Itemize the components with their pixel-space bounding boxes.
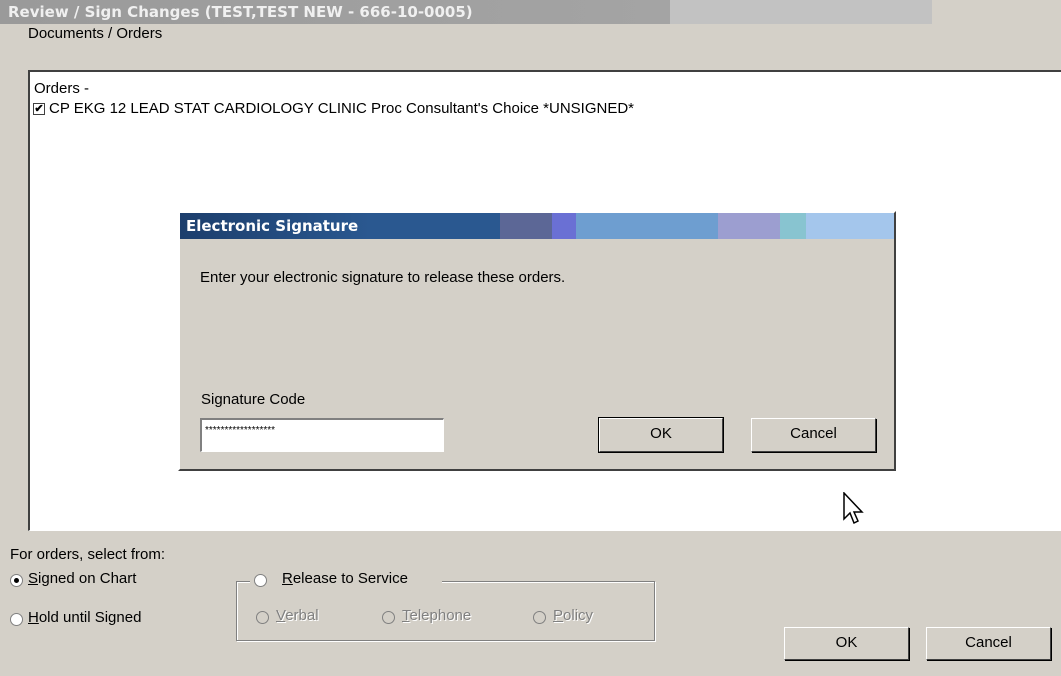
radio-release-to-service[interactable]: Release to Service xyxy=(250,570,442,590)
radio-signed-on-chart-label: Signed on Chart xyxy=(28,570,137,587)
window-title-bar[interactable]: Review / Sign Changes (TEST,TEST NEW - 6… xyxy=(0,0,1061,24)
radio-hold-until-signed-button[interactable] xyxy=(10,613,23,626)
mouse-cursor-icon xyxy=(843,492,864,525)
dialog-title-bar[interactable]: Electronic Signature xyxy=(180,213,894,239)
window-title: Review / Sign Changes (TEST,TEST NEW - 6… xyxy=(8,3,473,21)
documents-orders-label: Documents / Orders xyxy=(28,25,163,42)
radio-signed-on-chart-button[interactable] xyxy=(10,574,23,587)
radio-policy-button[interactable] xyxy=(533,611,546,624)
order-checkbox[interactable]: ✔ xyxy=(33,103,45,115)
electronic-signature-dialog: Electronic Signature Enter your electron… xyxy=(178,211,896,471)
policy-text: olicy xyxy=(563,607,594,624)
radio-hold-until-signed-label: Hold until Signed xyxy=(28,609,142,626)
signature-code-label: Signature Code xyxy=(201,391,306,408)
radio-policy-label: Policy xyxy=(553,607,594,624)
verbal-text: erbal xyxy=(285,607,319,624)
release-to-service-text: elease to Service xyxy=(292,570,408,587)
radio-verbal-button[interactable] xyxy=(256,611,269,624)
radio-release-to-service-label: Release to Service xyxy=(282,570,408,587)
dialog-ok-button[interactable]: OK xyxy=(598,417,724,453)
orders-header: Orders - xyxy=(34,80,90,97)
signature-code-input[interactable]: ****************** xyxy=(200,418,444,452)
dialog-title: Electronic Signature xyxy=(186,217,359,235)
radio-telephone-button[interactable] xyxy=(382,611,395,624)
telephone-text: elephone xyxy=(409,607,472,624)
dialog-cancel-button[interactable]: Cancel xyxy=(751,418,876,452)
cancel-button[interactable]: Cancel xyxy=(926,627,1051,660)
signature-code-value: ****************** xyxy=(205,425,276,436)
radio-telephone-label: Telephone xyxy=(402,607,472,624)
select-from-label: For orders, select from: xyxy=(10,546,166,563)
signed-on-chart-text: igned on Chart xyxy=(38,570,137,587)
radio-selected-dot xyxy=(14,578,19,583)
dialog-message: Enter your electronic signature to relea… xyxy=(200,269,566,286)
hold-until-signed-text: old until Signed xyxy=(38,609,142,626)
radio-verbal-label: Verbal xyxy=(276,607,319,624)
order-item-text: CP EKG 12 LEAD STAT CARDIOLOGY CLINIC Pr… xyxy=(49,100,635,117)
ok-button[interactable]: OK xyxy=(784,627,909,660)
radio-release-to-service-button[interactable] xyxy=(254,574,267,587)
